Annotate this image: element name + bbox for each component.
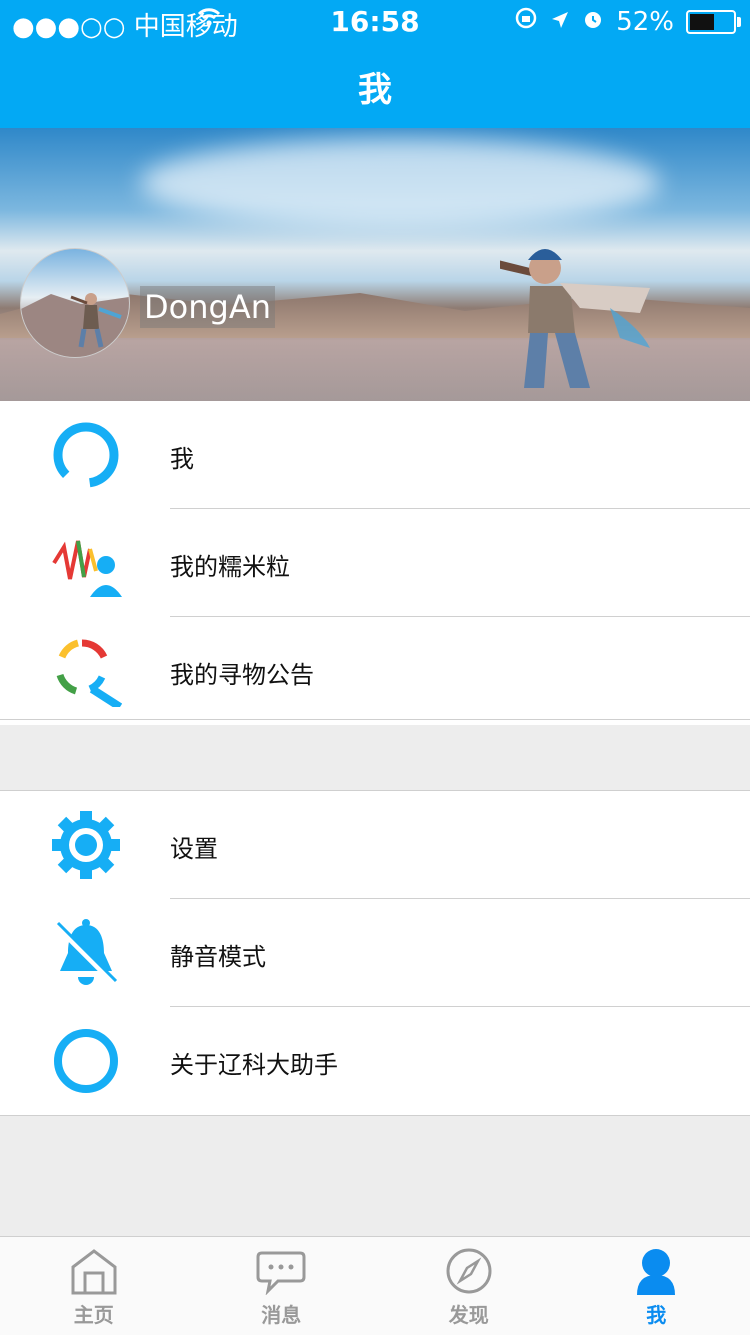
gear-icon: [50, 809, 122, 881]
tab-bar: 主页 消息 发现 我: [0, 1236, 750, 1335]
menu-item-label: 设置: [170, 829, 218, 864]
menu-item-my-nuomili[interactable]: 我的糯米粒: [0, 509, 750, 617]
status-right: 52%: [514, 6, 736, 37]
ring-icon: [50, 419, 122, 491]
message-icon: [256, 1247, 306, 1295]
status-bar: ●●●○○ 中国移动 16:58 52%: [0, 0, 750, 40]
avatar[interactable]: [20, 248, 130, 358]
menu-item-settings[interactable]: 设置: [0, 791, 750, 899]
tab-label: 我: [563, 1299, 750, 1328]
menu-item-silent-mode[interactable]: 静音模式: [0, 899, 750, 1007]
avatar-image: [21, 249, 129, 357]
profile-banner: DongAn: [0, 128, 750, 401]
menu-item-label: 静音模式: [170, 937, 266, 972]
username: DongAn: [140, 286, 275, 328]
location-arrow-icon: [550, 7, 570, 37]
menu-item-lost-found[interactable]: 我的寻物公告: [0, 617, 750, 725]
tab-label: 主页: [0, 1299, 188, 1328]
person-icon: [631, 1247, 681, 1295]
menu-item-label: 关于辽科大助手: [170, 1045, 338, 1080]
compass-icon: [444, 1247, 494, 1295]
wave-user-icon: [50, 527, 122, 599]
banner-cloud: [140, 138, 660, 228]
bell-off-icon: [50, 917, 122, 989]
banner-person-image: [500, 238, 650, 388]
battery-percent: 52%: [616, 7, 674, 37]
tab-label: 消息: [188, 1299, 376, 1328]
alarm-icon: [582, 7, 604, 37]
home-icon: [69, 1247, 119, 1295]
menu-item-about[interactable]: 关于辽科大助手: [0, 1007, 750, 1115]
tab-label: 发现: [375, 1299, 563, 1328]
divider: [0, 1115, 750, 1116]
menu-item-label: 我的糯米粒: [170, 547, 290, 582]
circle-icon: [50, 1025, 122, 1097]
tab-home[interactable]: 主页: [0, 1237, 188, 1335]
search-icon: [50, 635, 122, 707]
divider: [0, 719, 750, 720]
tab-me[interactable]: 我: [563, 1237, 750, 1335]
app-header: ●●●○○ 中国移动 16:58 52% 我: [0, 0, 750, 128]
tab-discover[interactable]: 发现: [375, 1237, 563, 1335]
rotation-lock-icon: [514, 6, 538, 37]
tab-messages[interactable]: 消息: [188, 1237, 376, 1335]
menu-item-me[interactable]: 我: [0, 401, 750, 509]
menu-item-label: 我的寻物公告: [170, 655, 314, 690]
page-title: 我: [0, 62, 750, 111]
battery-icon: [686, 10, 736, 34]
menu-group-system: 设置 静音模式 关于辽科大助手: [0, 791, 750, 1115]
menu-item-label: 我: [170, 439, 194, 474]
menu-group-profile: 我 我的糯米粒 我的寻物公告: [0, 401, 750, 725]
